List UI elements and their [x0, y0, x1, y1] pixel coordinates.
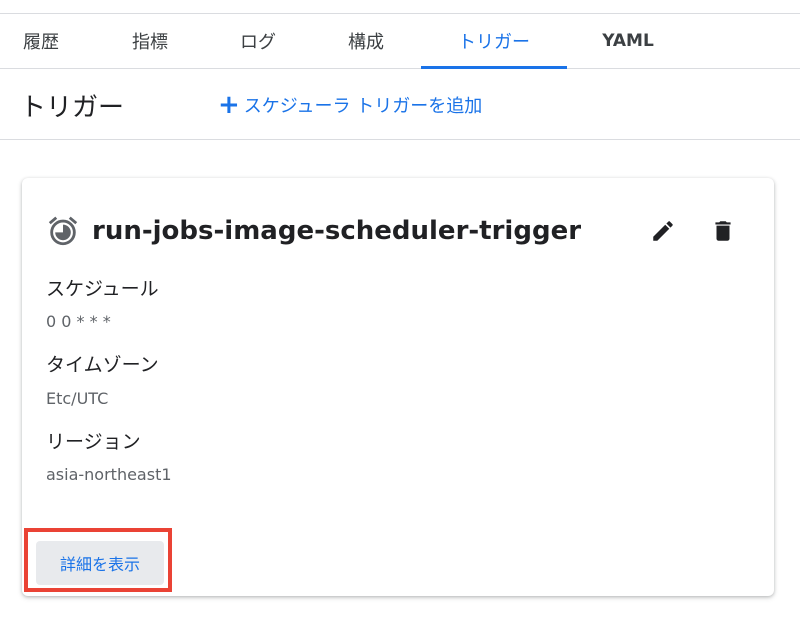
tab-configuration[interactable]: 構成	[326, 14, 406, 68]
tab-logs[interactable]: ログ	[218, 14, 298, 68]
delete-icon[interactable]	[710, 218, 736, 244]
region-value: asia-northeast1	[46, 465, 172, 484]
alarm-icon	[48, 216, 78, 246]
tab-triggers[interactable]: トリガー	[421, 14, 567, 69]
timezone-label: タイムゾーン	[46, 354, 159, 376]
tab-yaml[interactable]: YAML	[588, 14, 668, 68]
trigger-name: run-jobs-image-scheduler-trigger	[92, 216, 582, 246]
trigger-card-header: run-jobs-image-scheduler-trigger	[46, 214, 581, 248]
region-label: リージョン	[46, 431, 141, 453]
page-header: トリガー + スケジューラ トリガーを追加	[0, 69, 800, 140]
edit-icon[interactable]	[650, 218, 676, 244]
add-scheduler-trigger-button[interactable]: + スケジューラ トリガーを追加	[218, 91, 482, 119]
plus-icon: +	[218, 90, 240, 120]
tab-history[interactable]: 履歴	[0, 14, 82, 68]
trigger-card: run-jobs-image-scheduler-trigger スケジュール …	[22, 178, 774, 596]
timezone-value: Etc/UTC	[46, 389, 109, 408]
page-title: トリガー	[20, 93, 125, 123]
view-details-button[interactable]: 詳細を表示	[36, 541, 164, 585]
tab-metrics[interactable]: 指標	[110, 14, 190, 68]
schedule-label: スケジュール	[46, 278, 159, 300]
schedule-value: 0 0 * * *	[46, 312, 111, 331]
tab-bar: 履歴 指標 ログ 構成 トリガー YAML	[0, 14, 800, 69]
add-trigger-label: スケジューラ トリガーを追加	[243, 96, 483, 117]
